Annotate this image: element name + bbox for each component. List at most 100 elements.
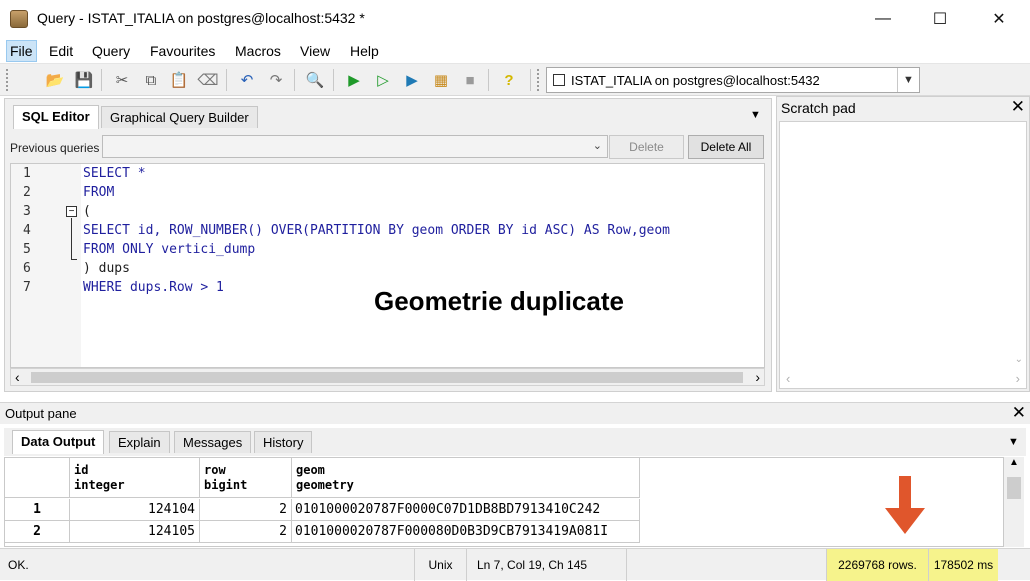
tab-explain[interactable]: Explain	[109, 431, 170, 453]
toolbar-separator	[226, 69, 227, 91]
title-bar: Query - ISTAT_ITALIA on postgres@localho…	[0, 0, 1030, 38]
editor-horizontal-scrollbar[interactable]: ‹ ›	[10, 368, 765, 386]
table-cell[interactable]: 0101000020787F0000C07D1DB8BD7913410C242	[292, 499, 640, 521]
table-cell[interactable]: 0101000020787F000080D0B3D9CB7913419A081I	[292, 521, 640, 543]
code-line: SELECT *	[83, 166, 146, 181]
row-count: 2269768 rows.	[826, 549, 928, 581]
table-cell[interactable]: 2	[200, 499, 292, 521]
fold-collapse-icon[interactable]: −	[66, 206, 77, 217]
menu-macros[interactable]: Macros	[235, 43, 281, 59]
grid-vertical-scrollbar[interactable]: ▲	[1004, 457, 1024, 547]
connection-select[interactable]: ISTAT_ITALIA on postgres@localhost:5432 …	[546, 67, 920, 93]
minimize-button[interactable]: —	[860, 0, 906, 38]
scroll-right-icon[interactable]: ›	[1016, 371, 1020, 386]
scroll-down-icon[interactable]: ⌄	[1015, 354, 1023, 365]
output-pane-title: Output pane	[5, 406, 77, 421]
code-line: ) dups	[83, 261, 130, 276]
toolbar-separator	[488, 69, 489, 91]
toolbar-grip[interactable]	[537, 69, 540, 91]
redo-icon[interactable]: ↷	[265, 69, 287, 91]
code-line: FROM ONLY vertici_dump	[83, 242, 256, 257]
connection-checkbox[interactable]	[553, 74, 565, 86]
code-line: (	[83, 204, 91, 219]
chevron-down-icon[interactable]: ▼	[897, 68, 919, 92]
undo-icon[interactable]: ↶	[236, 69, 258, 91]
previous-queries-select[interactable]: ⌄	[102, 135, 608, 158]
open-icon[interactable]: 📂	[44, 69, 66, 91]
scrollbar-thumb[interactable]	[1007, 477, 1021, 499]
column-type: geometry	[296, 478, 354, 492]
copy-icon[interactable]: ⧉	[140, 69, 162, 91]
execute-to-file-icon[interactable]: ▶	[401, 69, 423, 91]
stop-icon[interactable]: ■	[459, 69, 481, 91]
scroll-up-icon[interactable]: ▲	[1009, 457, 1019, 468]
toolbar-separator	[101, 69, 102, 91]
row-number[interactable]: 1	[5, 499, 70, 521]
toolbar-grip[interactable]	[6, 69, 9, 91]
scratch-pad-textarea[interactable]: ‹ › ⌄	[779, 121, 1027, 389]
menu-file[interactable]: File	[6, 40, 37, 62]
panel-menu-icon[interactable]: ▼	[750, 109, 761, 121]
line-number-gutter	[11, 164, 81, 367]
sql-code-editor[interactable]: 1 2 3 4 5 6 7 − SELECT * FROM ( SELECT i…	[10, 163, 765, 368]
line-number: 3	[23, 204, 31, 219]
scroll-right-icon[interactable]: ›	[755, 369, 760, 385]
maximize-button[interactable]: ☐	[917, 0, 963, 38]
cut-icon[interactable]: ✂	[111, 69, 133, 91]
chevron-down-icon: ⌄	[592, 140, 602, 152]
paste-icon[interactable]: 📋	[168, 69, 190, 91]
column-header-geom[interactable]: geom geometry	[292, 458, 640, 498]
tab-graphical-query-builder[interactable]: Graphical Query Builder	[101, 106, 258, 128]
pgadmin-app-icon	[10, 10, 28, 28]
line-ending-indicator: Unix	[414, 549, 466, 581]
menu-query[interactable]: Query	[92, 43, 130, 59]
menu-view[interactable]: View	[300, 43, 330, 59]
delete-button[interactable]: Delete	[609, 135, 684, 159]
line-number: 7	[23, 280, 31, 295]
tab-messages[interactable]: Messages	[174, 431, 252, 453]
scrollbar-thumb[interactable]	[31, 372, 743, 383]
code-line: WHERE dups.Row > 1	[83, 280, 224, 295]
fold-guide	[71, 218, 72, 259]
line-number: 4	[23, 223, 31, 238]
delete-all-button[interactable]: Delete All	[688, 135, 764, 159]
toolbar-separator	[333, 69, 334, 91]
scroll-left-icon[interactable]: ‹	[786, 371, 790, 386]
tab-data-output[interactable]: Data Output	[12, 430, 105, 454]
find-icon[interactable]: 🔍	[304, 69, 326, 91]
column-header-row[interactable]: row bigint	[200, 458, 292, 498]
scratch-pad-title: Scratch pad	[781, 100, 856, 116]
execute-pgscript-icon[interactable]: ▷	[372, 69, 394, 91]
status-spacer	[626, 549, 826, 581]
tab-sql-editor[interactable]: SQL Editor	[13, 105, 99, 129]
previous-queries-label: Previous queries	[10, 141, 100, 155]
table-cell[interactable]: 2	[200, 521, 292, 543]
execute-icon[interactable]: ▶	[343, 69, 365, 91]
row-number[interactable]: 2	[5, 521, 70, 543]
toolbar-separator	[294, 69, 295, 91]
menu-help[interactable]: Help	[350, 43, 379, 59]
table-cell[interactable]: 124105	[70, 521, 200, 543]
scratch-pad-panel: Scratch pad ✕ ‹ › ⌄	[776, 96, 1030, 392]
data-output-grid[interactable]: id integer row bigint geom geometry 1 12…	[4, 457, 1004, 547]
save-icon[interactable]: 💾	[73, 69, 95, 91]
code-line: SELECT id, ROW_NUMBER() OVER(PARTITION B…	[83, 223, 670, 238]
down-arrow-icon	[885, 476, 925, 534]
table-cell[interactable]: 124104	[70, 499, 200, 521]
clear-icon[interactable]: ⌫	[197, 69, 219, 91]
scroll-left-icon[interactable]: ‹	[15, 369, 20, 385]
explain-icon[interactable]: ▦	[430, 69, 452, 91]
close-window-button[interactable]: ✕	[976, 0, 1022, 38]
tab-history[interactable]: History	[254, 431, 313, 453]
panel-menu-icon[interactable]: ▼	[1008, 436, 1019, 448]
column-header-id[interactable]: id integer	[70, 458, 200, 498]
toolbar-separator	[530, 69, 531, 91]
fold-guide-end	[71, 259, 77, 260]
close-scratch-pad-button[interactable]: ✕	[1011, 97, 1025, 117]
menu-edit[interactable]: Edit	[49, 43, 73, 59]
column-name: geom	[296, 463, 325, 477]
close-output-pane-button[interactable]: ✕	[1012, 403, 1026, 423]
menu-favourites[interactable]: Favourites	[150, 43, 215, 59]
help-icon[interactable]: ?	[498, 69, 520, 91]
status-message: OK.	[8, 558, 29, 572]
